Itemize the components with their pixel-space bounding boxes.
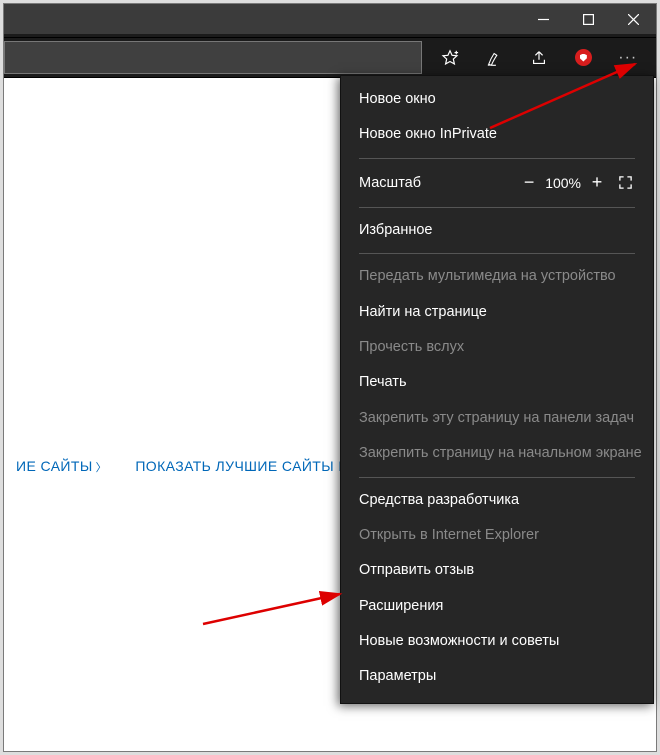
- menu-separator: [359, 158, 635, 159]
- menu-devtools[interactable]: Средства разработчика: [341, 483, 653, 518]
- menu-new-window[interactable]: Новое окно: [341, 82, 653, 117]
- menu-favorites[interactable]: Избранное: [341, 213, 653, 248]
- more-menu-button[interactable]: ···: [611, 41, 645, 75]
- notes-pen-icon[interactable]: [478, 41, 512, 75]
- minimize-button[interactable]: [521, 4, 566, 34]
- address-bar[interactable]: [4, 41, 422, 74]
- menu-settings[interactable]: Параметры: [341, 659, 653, 694]
- maximize-button[interactable]: [566, 4, 611, 34]
- menu-separator: [359, 253, 635, 254]
- zoom-value: 100%: [543, 175, 583, 191]
- close-button[interactable]: [611, 4, 656, 34]
- menu-pin-start: Закрепить страницу на начальном экране: [341, 436, 653, 471]
- menu-print[interactable]: Печать: [341, 365, 653, 400]
- menu-read-aloud: Прочесть вслух: [341, 330, 653, 365]
- menu-whats-new[interactable]: Новые возможности и советы: [341, 624, 653, 659]
- share-icon[interactable]: [522, 41, 556, 75]
- zoom-label: Масштаб: [359, 175, 515, 191]
- menu-cast-media: Передать мультимедиа на устройство: [341, 259, 653, 294]
- adblock-icon[interactable]: [566, 41, 600, 75]
- menu-send-feedback[interactable]: Отправить отзыв: [341, 553, 653, 588]
- toolbar: ···: [4, 38, 656, 78]
- menu-extensions[interactable]: Расширения: [341, 589, 653, 624]
- menu-open-ie: Открыть в Internet Explorer: [341, 518, 653, 553]
- fullscreen-button[interactable]: [611, 171, 639, 195]
- quick-link-topsites[interactable]: ИЕ САЙТЫ〉: [4, 458, 119, 475]
- zoom-out-button[interactable]: −: [515, 171, 543, 195]
- menu-find-on-page[interactable]: Найти на странице: [341, 295, 653, 330]
- menu-pin-taskbar: Закрепить эту страницу на панели задач: [341, 401, 653, 436]
- menu-zoom-row: Масштаб − 100% +: [341, 164, 653, 202]
- favorites-star-icon[interactable]: [433, 41, 467, 75]
- menu-separator: [359, 477, 635, 478]
- zoom-in-button[interactable]: +: [583, 171, 611, 195]
- menu-separator: [359, 207, 635, 208]
- window-titlebar: [4, 4, 656, 34]
- menu-new-inprivate[interactable]: Новое окно InPrivate: [341, 117, 653, 152]
- settings-menu: Новое окно Новое окно InPrivate Масштаб …: [340, 75, 654, 704]
